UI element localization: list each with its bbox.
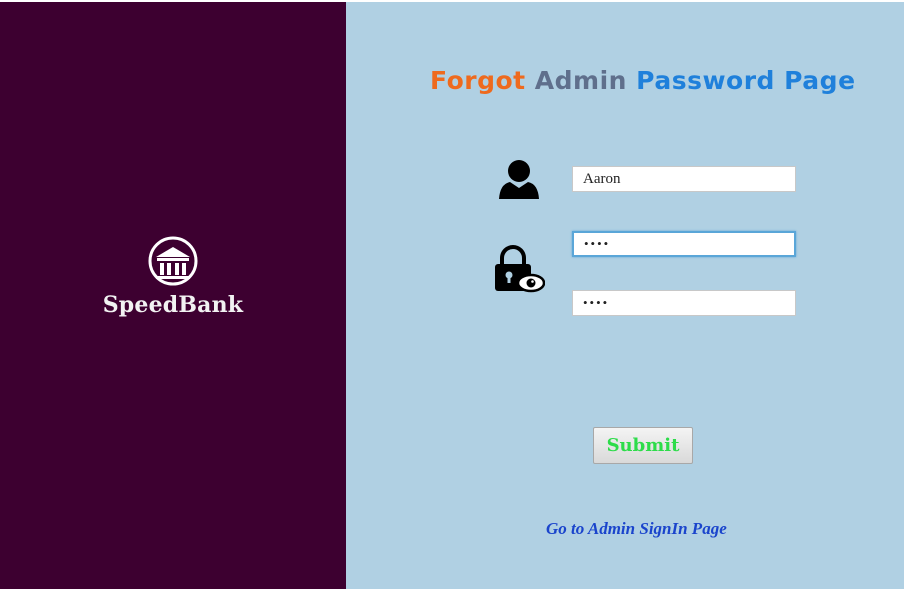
title-forgot: Forgot: [430, 66, 535, 95]
lock-eye-icon: [495, 245, 545, 293]
bank-building-icon: [148, 236, 198, 286]
title-admin: Admin: [534, 66, 637, 95]
forgot-password-panel: Forgot Admin Password Page Submit Go to …: [346, 2, 904, 589]
brand-name: SpeedBank: [102, 292, 244, 318]
password-input[interactable]: [572, 231, 796, 257]
brand-panel: SpeedBank: [0, 2, 346, 589]
admin-signin-link[interactable]: Go to Admin SignIn Page: [546, 519, 727, 539]
username-input[interactable]: [572, 166, 796, 192]
title-password-page: Password Page: [636, 66, 856, 95]
page-title: Forgot Admin Password Page: [430, 66, 856, 95]
submit-button[interactable]: Submit: [593, 427, 693, 464]
confirm-password-input[interactable]: [572, 290, 796, 316]
user-icon: [499, 160, 539, 199]
brand: SpeedBank: [0, 236, 346, 318]
